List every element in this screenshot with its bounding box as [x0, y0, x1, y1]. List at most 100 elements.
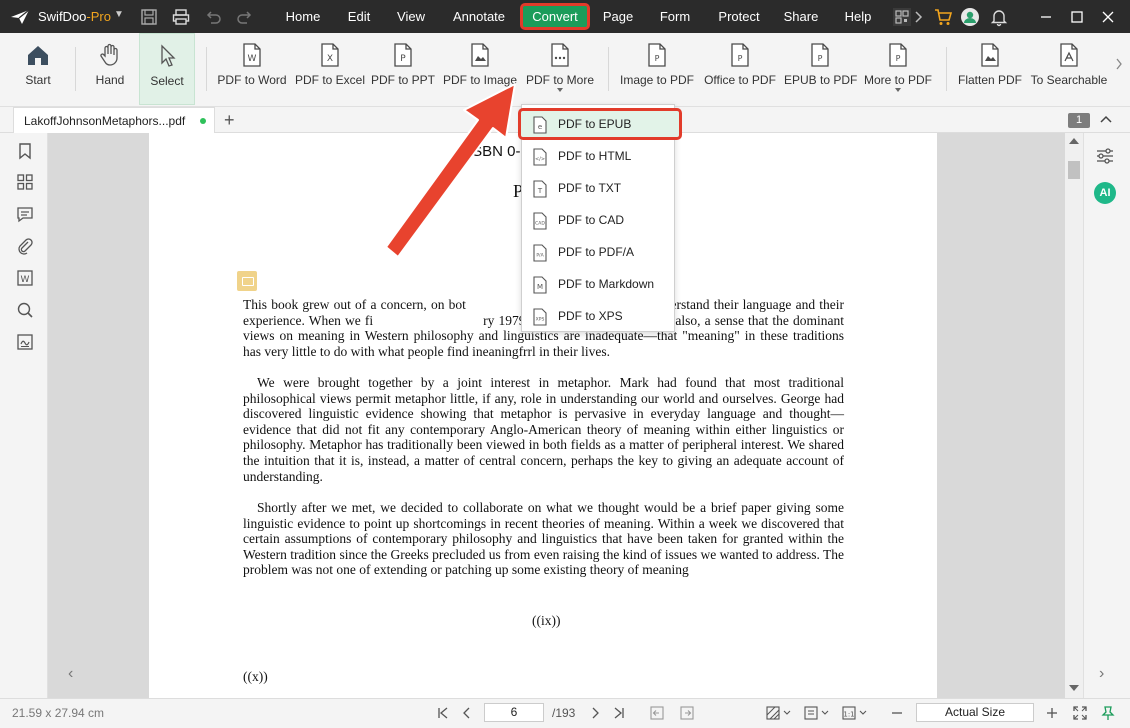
zoom-in-icon[interactable]	[1045, 705, 1059, 721]
vertical-scrollbar[interactable]	[1065, 133, 1083, 698]
menu-share[interactable]: Share	[782, 9, 820, 24]
svg-text:1:1: 1:1	[843, 711, 854, 719]
menu-home[interactable]: Home	[280, 9, 326, 24]
office-to-pdf-icon: P	[731, 43, 749, 67]
page-number-roman: ((ix))	[532, 613, 561, 628]
menu-view[interactable]: View	[392, 9, 430, 24]
start-button[interactable]: Start	[12, 33, 64, 105]
settings-sliders-icon[interactable]	[1095, 147, 1115, 165]
pdf-to-ppt-button[interactable]: P PDF to PPT	[371, 33, 435, 105]
chevron-down-icon	[557, 88, 563, 92]
last-page-icon[interactable]	[612, 706, 626, 720]
word-file-icon: W	[243, 43, 261, 67]
forward-view-icon[interactable]	[680, 706, 694, 720]
flatten-pdf-button[interactable]: Flatten PDF	[956, 33, 1024, 105]
pin-icon[interactable]	[1100, 705, 1116, 721]
document-tab[interactable]: LakoffJohnsonMetaphors...pdf	[13, 107, 215, 133]
word-count-icon[interactable]: W	[16, 269, 34, 287]
bookmark-icon[interactable]	[16, 142, 34, 160]
attachment-icon[interactable]	[16, 237, 34, 255]
searchable-icon	[1060, 43, 1078, 67]
menu-convert[interactable]: Convert	[520, 3, 590, 30]
add-tab-button[interactable]: +	[224, 110, 235, 131]
background-pattern-icon[interactable]	[766, 705, 792, 721]
svg-text:e: e	[538, 123, 542, 131]
undo-icon[interactable]	[204, 8, 222, 26]
dropdown-pdf-to-cad[interactable]: CAD PDF to CAD	[522, 204, 674, 236]
page-display-mode-icon[interactable]	[804, 705, 830, 721]
hand-button[interactable]: Hand	[86, 33, 134, 105]
image-to-pdf-icon: P	[648, 43, 666, 67]
thumbnails-icon[interactable]	[16, 173, 34, 191]
menu-help[interactable]: Help	[838, 9, 878, 24]
zoom-level-select[interactable]: Actual Size	[916, 703, 1034, 722]
pdf-to-word-button[interactable]: W PDF to Word	[216, 33, 288, 105]
to-searchable-button[interactable]: To Searchable	[1030, 33, 1108, 105]
previous-page-arrow-icon[interactable]: ‹	[68, 665, 73, 683]
total-pages: /193	[552, 706, 576, 720]
comment-note-icon[interactable]	[237, 271, 257, 291]
dropdown-pdf-to-xps[interactable]: XPS PDF to XPS	[522, 300, 674, 332]
fullscreen-icon[interactable]	[1072, 705, 1088, 721]
first-page-icon[interactable]	[436, 706, 450, 720]
svg-text:P/A: P/A	[536, 253, 544, 259]
maximize-icon[interactable]	[1065, 6, 1089, 28]
previous-page-icon[interactable]	[460, 706, 474, 720]
image-to-pdf-button[interactable]: P Image to PDF	[618, 33, 696, 105]
dropdown-pdf-to-markdown[interactable]: M PDF to Markdown	[522, 268, 674, 300]
app-menu-dropdown-icon[interactable]: ▼	[114, 9, 124, 20]
txt-file-icon: T	[533, 180, 547, 198]
dropdown-pdf-to-txt[interactable]: T PDF to TXT	[522, 172, 674, 204]
close-icon[interactable]	[1096, 6, 1120, 28]
chevron-down-icon	[895, 88, 901, 92]
fit-page-icon[interactable]: 1:1	[842, 705, 868, 721]
convert-ribbon: Start Hand Select W PDF to Word X PDF to…	[0, 33, 1130, 107]
svg-text:CAD: CAD	[535, 221, 545, 227]
scroll-up-icon[interactable]	[1069, 138, 1079, 144]
pdf-to-image-button[interactable]: PDF to Image	[441, 33, 519, 105]
signature-icon[interactable]	[16, 333, 34, 351]
zoom-out-icon[interactable]	[890, 705, 904, 721]
svg-text:XPS: XPS	[536, 317, 545, 323]
menu-protect[interactable]: Protect	[712, 9, 766, 24]
user-avatar-icon[interactable]	[960, 7, 980, 27]
svg-text:X: X	[327, 54, 333, 64]
next-page-icon[interactable]	[588, 706, 602, 720]
redo-icon[interactable]	[236, 8, 254, 26]
back-view-icon[interactable]	[650, 706, 664, 720]
more-to-pdf-button[interactable]: P More to PDF	[861, 33, 935, 105]
notification-bell-icon[interactable]	[989, 7, 1009, 27]
ribbon-scroll-right-icon[interactable]	[1114, 57, 1124, 71]
scroll-down-icon[interactable]	[1069, 685, 1079, 691]
menu-form[interactable]: Form	[656, 9, 694, 24]
print-icon[interactable]	[172, 8, 190, 26]
office-to-pdf-button[interactable]: P Office to PDF	[702, 33, 778, 105]
save-icon[interactable]	[140, 8, 158, 26]
scan-icon[interactable]	[892, 7, 912, 27]
chevron-up-icon[interactable]	[1099, 113, 1113, 127]
dropdown-pdf-to-epub[interactable]: e PDF to EPUB	[518, 108, 682, 140]
menu-page[interactable]: Page	[600, 9, 636, 24]
next-page-arrow-icon[interactable]: ›	[1099, 665, 1104, 683]
ai-assistant-button[interactable]: AI	[1094, 182, 1116, 204]
scroll-thumb[interactable]	[1068, 161, 1080, 179]
select-button[interactable]: Select	[139, 33, 195, 105]
dropdown-pdf-to-html[interactable]: </> PDF to HTML	[522, 140, 674, 172]
menu-edit[interactable]: Edit	[342, 9, 376, 24]
current-page-input[interactable]: 6	[484, 703, 544, 722]
cart-icon[interactable]	[933, 7, 953, 27]
hand-icon	[100, 43, 118, 66]
pdf-to-excel-button[interactable]: X PDF to Excel	[294, 33, 366, 105]
menu-annotate[interactable]: Annotate	[448, 9, 510, 24]
paragraph-3: Shortly after we met, we decided to coll…	[243, 500, 844, 578]
isbn-text: ISBN 0-	[468, 143, 521, 160]
svg-text:P: P	[400, 54, 406, 64]
minimize-icon[interactable]	[1034, 6, 1058, 28]
epub-to-pdf-button[interactable]: P EPUB to PDF	[784, 33, 857, 105]
pdf-to-more-button[interactable]: PDF to More	[524, 33, 596, 105]
chevron-right-icon[interactable]	[913, 7, 925, 27]
search-icon[interactable]	[16, 301, 34, 319]
cursor-icon	[161, 44, 176, 67]
dropdown-pdf-to-pdfa[interactable]: P/A PDF to PDF/A	[522, 236, 674, 268]
comment-icon[interactable]	[16, 205, 34, 223]
